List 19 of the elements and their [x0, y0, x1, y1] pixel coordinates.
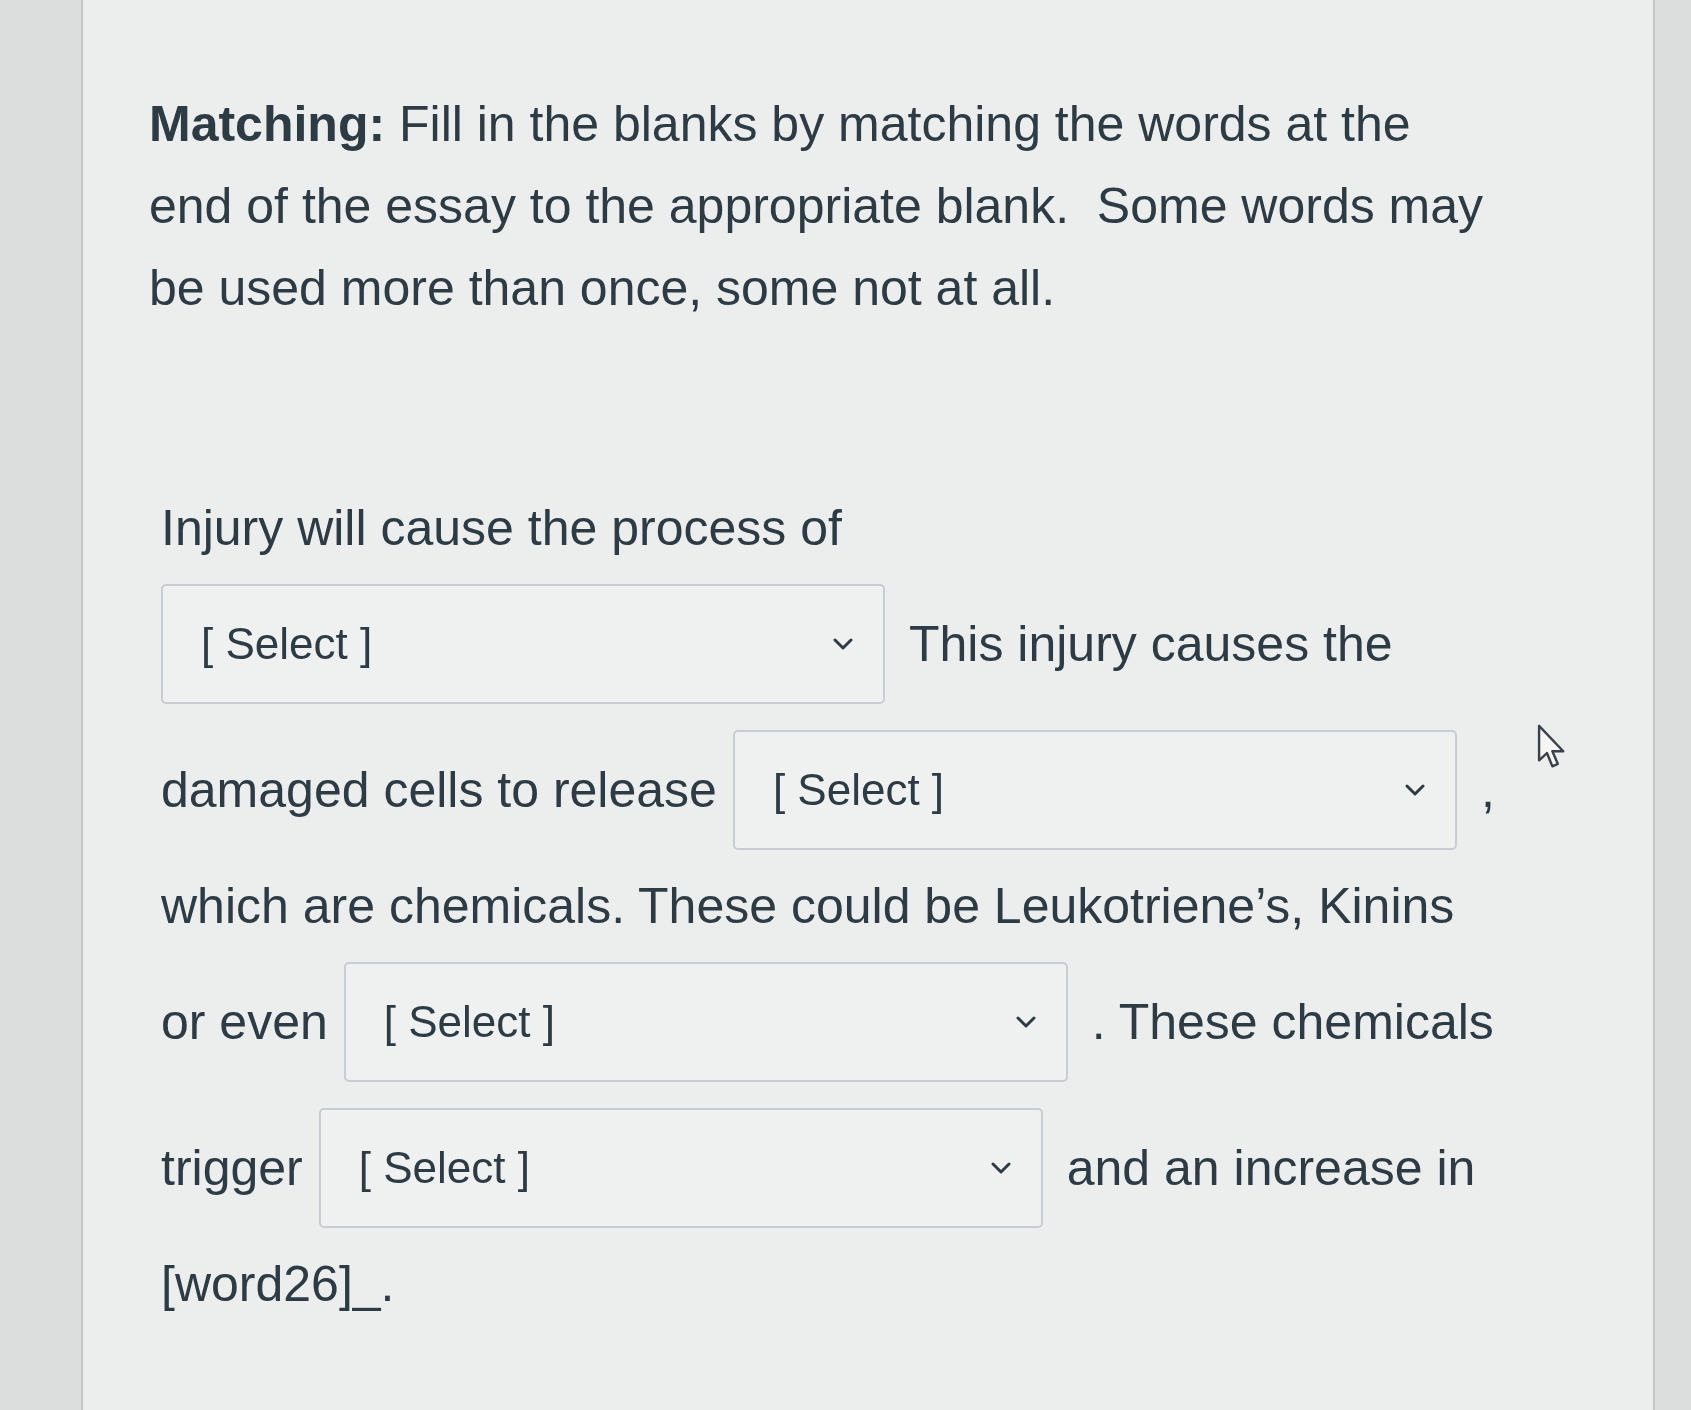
- passage-text: or even: [161, 993, 328, 1052]
- select-dropdown[interactable]: [ Select ]: [318, 1108, 1043, 1228]
- passage-text: and an increase in: [1066, 1139, 1476, 1198]
- chevron-down-icon: [990, 1162, 1011, 1174]
- select-dropdown[interactable]: [ Select ]: [732, 730, 1457, 850]
- passage-text: damaged cells to release: [161, 761, 717, 820]
- passage-text: which are chemicals. These could be Leukotriene’s, Kinins: [161, 877, 1455, 936]
- chevron-down-icon: [1015, 1016, 1036, 1028]
- passage-text: [word26]_.: [161, 1255, 395, 1314]
- passage-text: ,: [1480, 761, 1495, 820]
- passage-text: Injury will cause the process of: [161, 499, 842, 558]
- chevron-down-icon: [1404, 784, 1425, 796]
- passage-text: This injury causes the: [909, 615, 1393, 674]
- passage-text: trigger: [161, 1139, 303, 1198]
- select-dropdown[interactable]: [ Select ]: [343, 962, 1068, 1082]
- chevron-down-icon: [833, 638, 853, 650]
- instructions-text: Matching: Fill in the blanks by matching the words at the end of the essay to the appropriate blank. Some words may be used more than once, some not at all.: [149, 95, 1485, 318]
- passage-text: . These chemicals: [1091, 993, 1494, 1052]
- select-dropdown[interactable]: [ Select ]: [161, 584, 885, 704]
